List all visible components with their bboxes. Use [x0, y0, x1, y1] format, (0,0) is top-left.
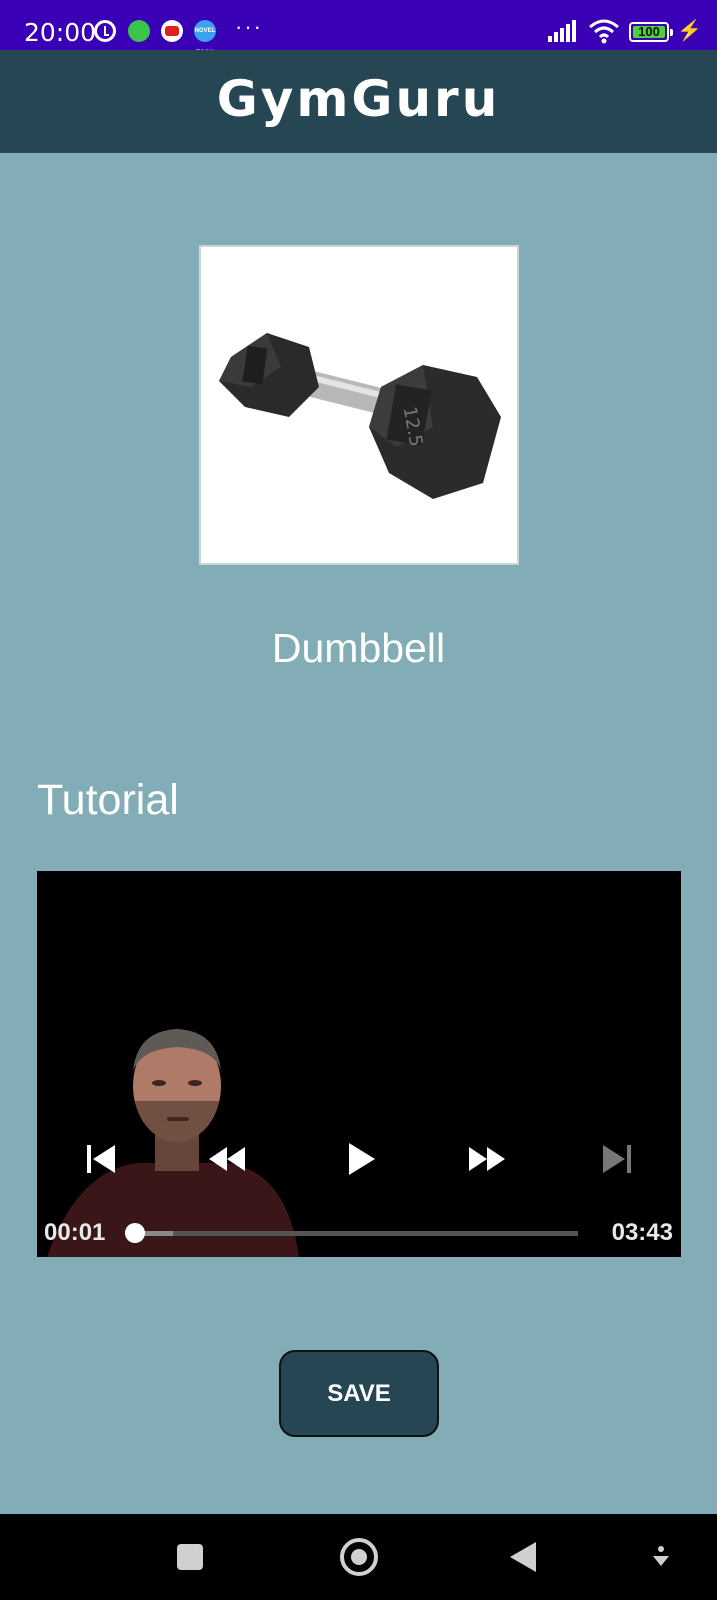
app-title: GymGuru [216, 70, 501, 128]
skip-previous-icon[interactable] [81, 1139, 121, 1179]
back-icon[interactable] [510, 1542, 536, 1572]
youtube-icon [161, 20, 183, 42]
battery-icon: 100 [629, 22, 673, 42]
total-time: 03:43 [611, 1219, 673, 1246]
video-player[interactable]: 00:01 03:43 [37, 871, 681, 1257]
equipment-name: Dumbbell [271, 625, 446, 671]
menu-icon[interactable] [651, 1544, 671, 1570]
play-icon[interactable] [341, 1139, 381, 1179]
dumbbell-illustration: 12.5 [219, 333, 501, 499]
more-icon: ··· [235, 14, 263, 39]
skip-next-icon[interactable] [597, 1139, 637, 1179]
novel-toon-icon: NOVEL TOON [194, 20, 216, 56]
save-button[interactable]: SAVE [279, 1350, 439, 1437]
signal-icon [548, 20, 578, 42]
rewind-icon[interactable] [207, 1139, 247, 1179]
status-time: 20:00 [24, 18, 97, 47]
charging-icon: ⚡ [677, 20, 702, 42]
seek-thumb[interactable] [124, 1223, 145, 1243]
navigation-bar [0, 1514, 717, 1600]
battery-level: 100 [633, 25, 665, 38]
app-bar: GymGuru [0, 50, 717, 153]
fast-forward-icon[interactable] [467, 1139, 507, 1179]
seek-bar[interactable] [133, 1231, 578, 1236]
home-icon[interactable] [340, 1538, 378, 1576]
recents-icon[interactable] [177, 1544, 203, 1570]
equipment-image: 12.5 [199, 245, 519, 565]
app-notification-icon [128, 20, 150, 42]
status-bar: 20:00 NOVEL TOON ··· 100 ⚡ [0, 0, 717, 56]
wifi-icon [589, 19, 619, 44]
current-time: 00:01 [44, 1219, 106, 1246]
tutorial-heading: Tutorial [37, 776, 179, 824]
alarm-icon [94, 20, 116, 42]
